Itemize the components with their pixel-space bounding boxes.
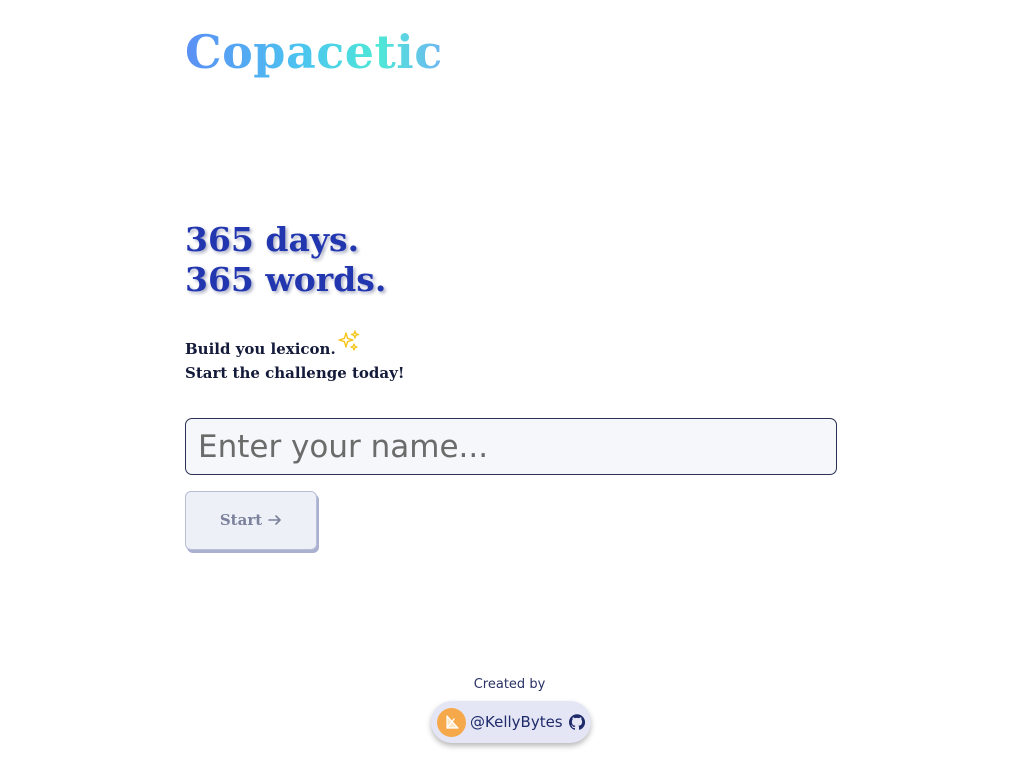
- intro-line-challenge: Start the challenge today!: [185, 364, 405, 382]
- kelly-logo-icon: [445, 715, 459, 729]
- author-avatar: [437, 707, 466, 737]
- intro-line-lexicon-wrap: Build you lexicon.: [185, 330, 360, 361]
- start-button[interactable]: Start: [185, 491, 317, 550]
- start-button-label: Start: [219, 510, 263, 529]
- intro-line-lexicon: Build you lexicon.: [185, 340, 336, 358]
- created-by-label: Created by: [473, 677, 546, 692]
- name-input[interactable]: [185, 418, 837, 475]
- intro-text: Build you lexicon. Start the challenge t…: [185, 330, 405, 385]
- author-link[interactable]: @KellyBytes: [431, 701, 591, 743]
- sparkles-icon: [338, 330, 360, 351]
- hero-headline: 365 days. 365 words.: [185, 220, 386, 300]
- github-icon: [568, 714, 585, 730]
- hero-line-days: 365 days.: [185, 220, 360, 259]
- app-logo[interactable]: Copacetic: [185, 22, 443, 82]
- author-handle: @KellyBytes: [470, 713, 563, 731]
- arrow-right-icon: [268, 514, 281, 525]
- hero-line-words: 365 words.: [185, 260, 387, 299]
